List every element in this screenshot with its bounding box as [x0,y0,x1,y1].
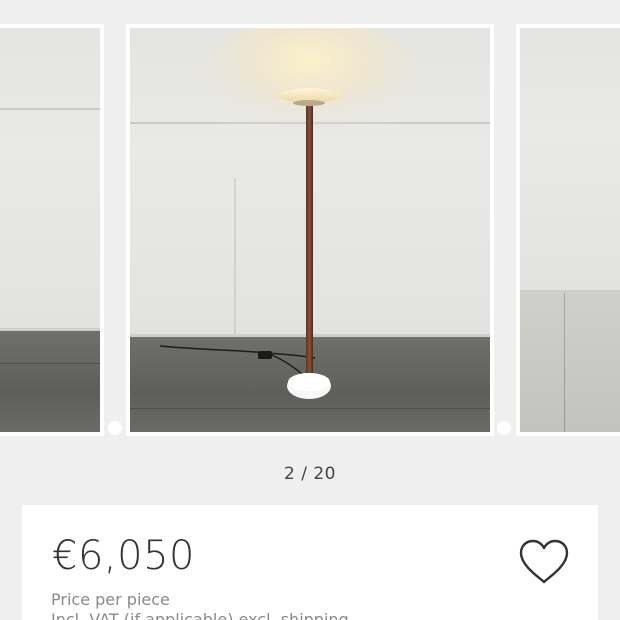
previous-photo [0,28,100,432]
carousel-slide-previous[interactable] [0,24,104,436]
photo-carousel[interactable] [0,0,620,440]
photo-counter: 2 / 20 [284,464,336,484]
product-page: 2 / 20 €6,050 Price per piece Incl. VAT … [0,0,620,620]
vat-shipping-note: Incl. VAT (if applicable) excl. shipping [51,610,349,620]
current-photo [130,28,490,432]
carousel-indicator-dot [495,419,513,437]
heart-outline-icon [519,539,569,584]
price-card: €6,050 Price per piece Incl. VAT (if app… [22,505,598,620]
price-value: €6,050 [52,533,195,579]
price-unit-note: Price per piece [51,590,170,609]
carousel-indicator-dot [106,419,124,437]
carousel-slide-current[interactable] [126,24,494,436]
carousel-slide-next[interactable] [516,24,620,436]
next-photo [520,28,620,432]
favorite-button[interactable] [516,537,572,587]
floor-lamp-image [159,28,430,399]
